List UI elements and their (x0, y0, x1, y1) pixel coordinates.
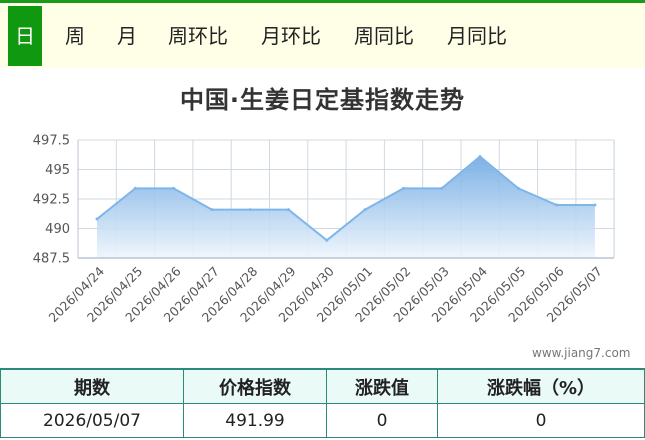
y-tick-label: 497.5 (33, 134, 70, 149)
table-row: 2026/05/07 491.99 0 0 (0, 403, 645, 438)
cell-price-index: 491.99 (183, 403, 327, 438)
ginger-index-area-chart: 497.5495492.5490487.52026/04/242026/04/2… (33, 134, 615, 325)
data-point (363, 208, 367, 212)
y-tick-label: 495 (45, 163, 70, 178)
index-summary-table: 期数 价格指数 涨跌值 涨跌幅（%） 2026/05/07 491.99 0 0 (0, 368, 645, 438)
header-change-value: 涨跌值 (326, 368, 438, 404)
y-tick-label: 490 (45, 222, 70, 237)
data-point (325, 238, 329, 242)
cell-change-value: 0 (326, 403, 438, 438)
y-tick-label: 487.5 (33, 252, 70, 267)
header-period: 期数 (0, 368, 184, 404)
header-change-percent: 涨跌幅（%） (437, 368, 645, 404)
data-point (555, 203, 559, 207)
cell-period: 2026/05/07 (0, 403, 184, 438)
data-point (248, 208, 252, 212)
data-point (593, 203, 597, 207)
data-point (478, 155, 482, 159)
data-point (172, 186, 176, 190)
data-point (95, 217, 99, 221)
header-price-index: 价格指数 (183, 368, 327, 404)
cell-change-percent: 0 (437, 403, 645, 438)
table-header-row: 期数 价格指数 涨跌值 涨跌幅（%） (0, 368, 645, 404)
data-point (516, 186, 520, 190)
data-point (287, 208, 290, 212)
data-point (401, 186, 405, 190)
data-point (440, 186, 444, 190)
y-tick-label: 492.5 (33, 193, 70, 208)
data-point (210, 208, 214, 212)
data-point (133, 186, 137, 190)
site-watermark: www.jiang7.com (532, 346, 631, 360)
